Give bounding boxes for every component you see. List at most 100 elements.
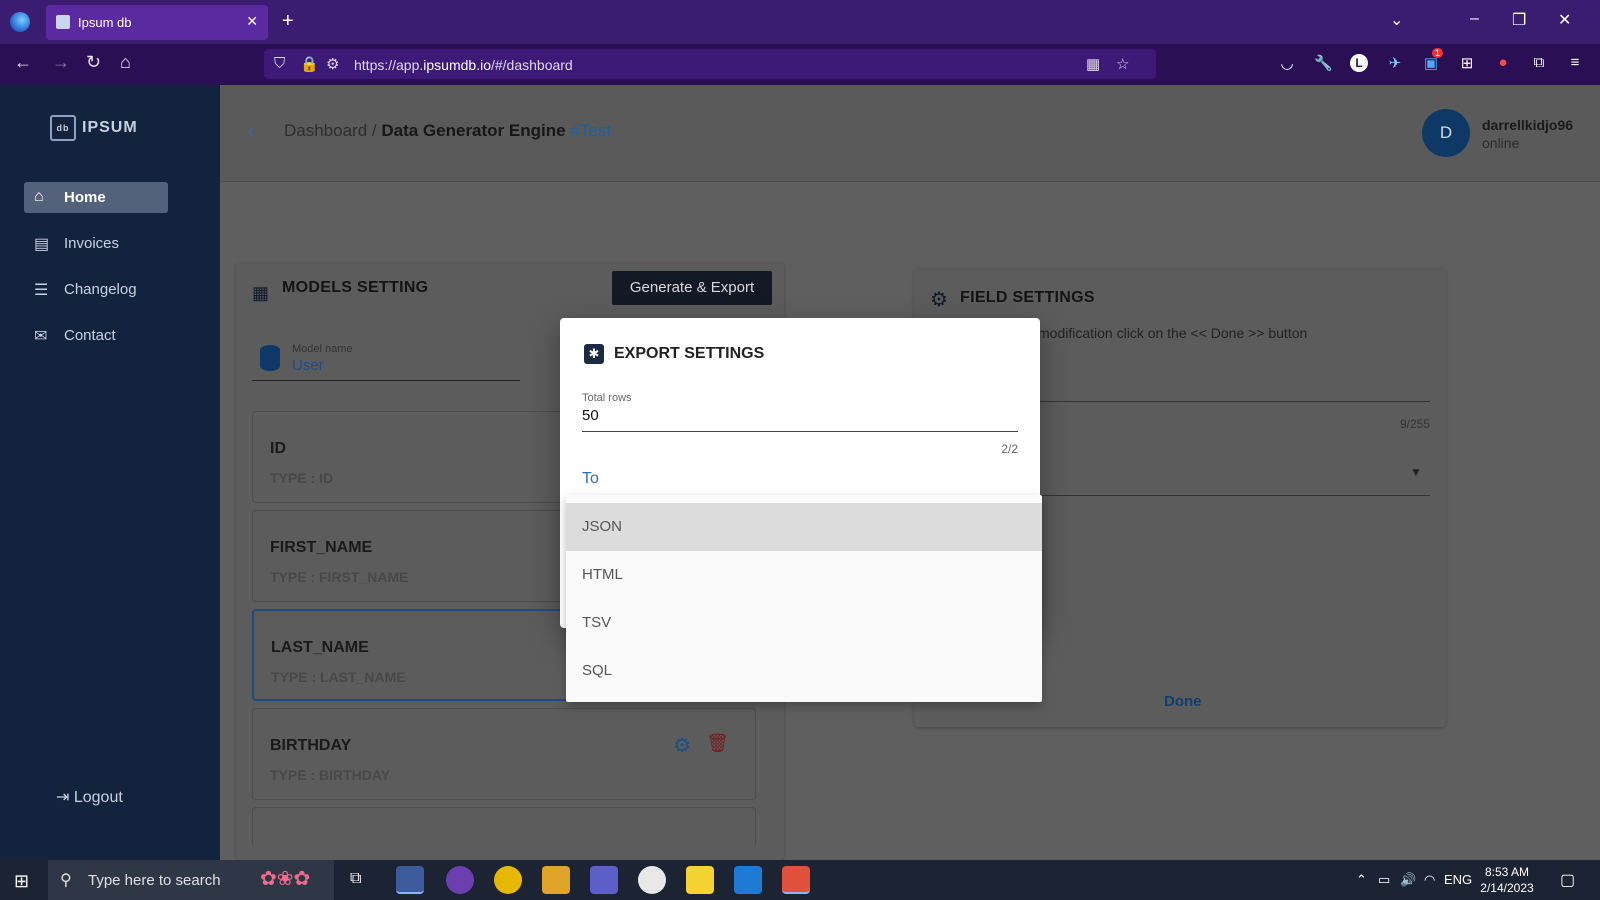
new-tab-icon[interactable]: + bbox=[282, 10, 294, 33]
task-view-icon[interactable]: ⧉ bbox=[350, 870, 361, 888]
url-bar[interactable]: ⛉ 🔒 ⚙ https://app.ipsumdb.io/#/dashboard… bbox=[264, 49, 1156, 79]
close-window-icon[interactable]: ✕ bbox=[1558, 10, 1571, 30]
sticky-notes-icon[interactable] bbox=[686, 866, 714, 894]
browser-tab[interactable]: Ipsum db ✕ bbox=[46, 5, 268, 40]
tab-list-chevron-icon[interactable]: ⌄ bbox=[1390, 10, 1403, 30]
sidebar-item-changelog[interactable]: ☰ Changelog bbox=[24, 274, 168, 305]
qr-code-icon[interactable]: ▦ bbox=[1086, 55, 1100, 73]
option-json[interactable]: JSON bbox=[566, 503, 1042, 551]
breadcrumb: Dashboard / Data Generator Engine #Test bbox=[284, 121, 611, 141]
extension-l-icon[interactable]: L bbox=[1350, 54, 1368, 72]
sidebar-item-label: Home bbox=[64, 189, 106, 206]
flowers-icon: ✿❀✿ bbox=[260, 868, 311, 890]
field-name-counter: 9/255 bbox=[1400, 417, 1431, 431]
shield-icon[interactable]: ⛉ bbox=[274, 55, 285, 72]
option-tsv[interactable]: TSV bbox=[566, 599, 1042, 647]
back-chevron-icon[interactable]: ‹ bbox=[248, 121, 254, 142]
bookmark-star-icon[interactable]: ☆ bbox=[1116, 55, 1129, 73]
sidebar-item-home[interactable]: ⌂ Home bbox=[24, 182, 168, 213]
lock-icon[interactable]: 🔒 bbox=[300, 55, 319, 73]
vscode-icon[interactable] bbox=[734, 866, 762, 894]
total-rows-input[interactable]: 50 bbox=[582, 407, 599, 424]
taskbar-search[interactable]: ⚲ Type here to search ✿❀✿ bbox=[48, 860, 334, 900]
gear-icon: ⚙ bbox=[930, 289, 948, 311]
sidebar-item-label: Invoices bbox=[64, 235, 120, 252]
teams-icon[interactable] bbox=[590, 866, 618, 894]
breadcrumb-dashboard[interactable]: Dashboard / bbox=[284, 121, 377, 140]
language-indicator[interactable]: ENG bbox=[1444, 872, 1472, 887]
field-name: BIRTHDAY bbox=[270, 737, 352, 754]
dialog-title: EXPORT SETTINGS bbox=[614, 345, 765, 362]
menu-icon[interactable]: ≡ bbox=[1566, 54, 1584, 72]
chevron-up-icon[interactable]: ⌃ bbox=[1356, 872, 1367, 888]
url-text[interactable]: https://app.ipsumdb.io/#/dashboard bbox=[354, 57, 573, 73]
back-arrow-icon[interactable]: ← bbox=[14, 52, 32, 73]
generate-export-button[interactable]: Generate & Export bbox=[612, 271, 772, 305]
clock-time: 8:53 AM bbox=[1484, 865, 1530, 879]
sidebar-item-invoices[interactable]: ▤ Invoices bbox=[24, 228, 168, 259]
firefox-icon[interactable] bbox=[10, 12, 30, 32]
caret-down-icon[interactable]: ▼ bbox=[1410, 465, 1422, 479]
permissions-icon[interactable]: ⚙ bbox=[326, 55, 339, 73]
done-button[interactable]: Done bbox=[1164, 693, 1202, 710]
option-html[interactable]: HTML bbox=[566, 551, 1042, 599]
app-red-icon[interactable] bbox=[782, 866, 810, 894]
clock-date: 2/14/2023 bbox=[1480, 881, 1534, 895]
mail-icon: ✉ bbox=[34, 328, 48, 345]
minimize-icon[interactable]: – bbox=[1470, 10, 1479, 28]
app-logo[interactable]: db IPSUM bbox=[50, 115, 138, 141]
volume-icon[interactable]: 🔊 bbox=[1400, 872, 1416, 888]
model-name-underline bbox=[252, 380, 520, 381]
avatar[interactable]: D bbox=[1422, 109, 1470, 157]
grid-extension-icon[interactable]: ⊞ bbox=[1458, 54, 1476, 72]
logout-label: Logout bbox=[73, 789, 123, 806]
document-icon: ▤ bbox=[34, 236, 50, 253]
trash-icon[interactable]: 🗑 bbox=[706, 733, 729, 754]
field-card-partial[interactable] bbox=[252, 807, 756, 847]
firefox-taskbar-icon[interactable] bbox=[396, 866, 424, 894]
chrome-icon[interactable] bbox=[494, 866, 522, 894]
logout-button[interactable]: ⇥ Logout bbox=[56, 787, 123, 807]
extensions-puzzle-icon[interactable]: ⧉ bbox=[1530, 54, 1548, 72]
extension-badge-icon[interactable]: ▣ 1 bbox=[1422, 48, 1444, 72]
wrench-icon[interactable]: 🔧 bbox=[1314, 54, 1333, 72]
pocket-icon[interactable]: ◡ bbox=[1278, 54, 1296, 72]
tab-title: Ipsum db bbox=[78, 15, 132, 30]
clock[interactable]: 8:53 AM 2/14/2023 bbox=[1470, 864, 1544, 896]
restore-icon[interactable]: ❐ bbox=[1512, 10, 1526, 30]
search-placeholder: Type here to search bbox=[88, 872, 221, 889]
sidebar-item-contact[interactable]: ✉ Contact bbox=[24, 320, 168, 351]
breadcrumb-tag: #Test bbox=[570, 121, 611, 140]
home-browser-icon[interactable]: ⌂ bbox=[120, 52, 131, 73]
total-rows-counter: 2/2 bbox=[1001, 442, 1018, 456]
database-icon bbox=[260, 345, 280, 371]
model-name-input[interactable]: User bbox=[292, 357, 324, 374]
list-icon: ☰ bbox=[34, 282, 49, 299]
wifi-icon[interactable]: ◠ bbox=[1424, 872, 1435, 888]
option-sql[interactable]: SQL bbox=[566, 647, 1042, 695]
total-rows-underline bbox=[582, 431, 1018, 432]
file-explorer-icon[interactable] bbox=[542, 866, 570, 894]
windows-start-icon[interactable]: ⊞ bbox=[14, 871, 29, 892]
browser-navbar: ← → ↻ ⌂ ⛉ 🔒 ⚙ https://app.ipsumdb.io/#/d… bbox=[0, 44, 1600, 85]
battery-icon[interactable]: ▭ bbox=[1378, 872, 1390, 888]
export-format-select[interactable]: To bbox=[582, 470, 599, 488]
app-purple-icon[interactable] bbox=[446, 866, 474, 894]
forward-arrow-icon[interactable]: → bbox=[52, 52, 70, 73]
option-label: HTML bbox=[582, 566, 623, 583]
windows-taskbar: ⊞ ⚲ Type here to search ✿❀✿ ⧉ ⌃ ▭ 🔊 ◠ EN… bbox=[0, 860, 1600, 900]
field-type: TYPE : FIRST_NAME bbox=[270, 569, 409, 585]
notifications-icon[interactable]: ▢ bbox=[1560, 870, 1575, 890]
breadcrumb-current: Data Generator Engine bbox=[381, 121, 566, 140]
settings-box-icon: ✱ bbox=[584, 344, 604, 364]
reload-icon[interactable]: ↻ bbox=[86, 52, 101, 73]
field-card-birthday[interactable]: BIRTHDAY TYPE : BIRTHDAY ⚙ 🗑 bbox=[252, 708, 756, 800]
close-tab-icon[interactable]: ✕ bbox=[246, 13, 258, 30]
extension-plane-icon[interactable]: ✈ bbox=[1386, 54, 1404, 72]
browser-tabbar: Ipsum db ✕ + ⌄ – ❐ ✕ bbox=[0, 0, 1600, 44]
app-w-icon[interactable] bbox=[638, 866, 666, 894]
tomato-extension-icon[interactable]: ● bbox=[1494, 54, 1512, 72]
field-type-underline bbox=[1038, 495, 1430, 496]
field-name-underline bbox=[1038, 401, 1430, 402]
gear-icon[interactable]: ⚙ bbox=[673, 733, 691, 758]
